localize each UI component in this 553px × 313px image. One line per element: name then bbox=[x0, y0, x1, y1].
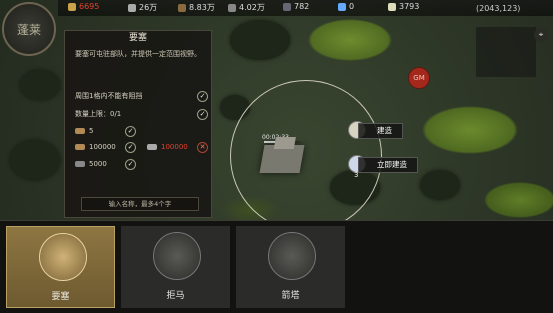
resource-coin: 3793 bbox=[388, 2, 419, 11]
cost-row: 100000 bbox=[147, 143, 188, 151]
build-button[interactable]: 建造 bbox=[358, 123, 403, 139]
barricade-icon bbox=[153, 232, 201, 280]
resource-gem: 0 bbox=[338, 2, 354, 11]
cost-row: 100000 bbox=[75, 143, 116, 151]
card-fortress[interactable]: 要塞 bbox=[6, 226, 115, 308]
check-icon: ✓ bbox=[125, 159, 136, 170]
gm-button[interactable]: GM bbox=[408, 67, 430, 89]
coin-icon bbox=[388, 2, 396, 11]
card-label: 要塞 bbox=[51, 292, 70, 302]
instant-build-button[interactable]: 立即建造 bbox=[358, 157, 418, 173]
location-icon[interactable]: ⌖ bbox=[534, 28, 548, 42]
gem-icon bbox=[338, 2, 346, 11]
check-icon: ✓ bbox=[197, 91, 208, 102]
resource-wood: 8.83万 bbox=[178, 2, 215, 13]
wood-icon bbox=[178, 3, 186, 12]
forest-patch bbox=[20, 70, 60, 100]
check-icon: ✓ bbox=[197, 109, 208, 120]
resource-food: 26万 bbox=[128, 2, 157, 13]
condition-row: 周围1格内不能有阻挡 bbox=[75, 92, 143, 100]
wood-icon bbox=[75, 144, 85, 150]
check-icon: ✓ bbox=[125, 142, 136, 153]
scroll-icon bbox=[75, 128, 85, 134]
cost-row: 5 bbox=[75, 127, 93, 135]
resource-stone: 4.02万 bbox=[228, 2, 265, 13]
check-icon: ✓ bbox=[125, 126, 136, 137]
arrow-tower-icon bbox=[268, 232, 316, 280]
cost-row: 5000 bbox=[75, 160, 107, 168]
instant-build-cost: 3 bbox=[354, 171, 359, 179]
fortress-icon bbox=[39, 233, 87, 281]
forest-patch bbox=[10, 140, 60, 180]
forest-patch bbox=[230, 20, 290, 60]
iron-icon bbox=[283, 2, 291, 11]
stone-icon bbox=[228, 3, 236, 12]
minimap[interactable] bbox=[476, 27, 536, 77]
card-label: 箭塔 bbox=[281, 291, 300, 301]
food-icon bbox=[128, 3, 136, 12]
building-info-panel: 要塞 要塞可屯驻部队，并提供一定范围视野。 周围1格内不能有阻挡 ✓ 数量上限：… bbox=[64, 30, 212, 218]
fortress-building[interactable] bbox=[259, 145, 305, 173]
panel-description: 要塞可屯驻部队，并提供一定范围视野。 bbox=[75, 50, 201, 58]
resource-iron: 782 bbox=[283, 2, 309, 11]
stone-icon bbox=[75, 161, 85, 167]
iron-icon bbox=[147, 144, 157, 150]
gold-icon bbox=[68, 2, 76, 11]
coordinates-readout: (2043,123) bbox=[476, 4, 521, 13]
card-barricade[interactable]: 拒马 bbox=[121, 226, 230, 308]
card-arrow-tower[interactable]: 箭塔 bbox=[236, 226, 345, 308]
condition-row: 数量上限：0/1 bbox=[75, 110, 122, 118]
cross-icon: ✕ bbox=[197, 142, 208, 153]
forest-patch bbox=[420, 170, 460, 200]
panel-title: 要塞 bbox=[128, 33, 147, 43]
resource-gold: 6695 bbox=[68, 2, 99, 11]
name-input[interactable]: 输入名称，最多4个字 bbox=[81, 197, 199, 211]
card-label: 拒马 bbox=[166, 291, 185, 301]
player-avatar[interactable]: 蓬莱 bbox=[2, 2, 56, 56]
